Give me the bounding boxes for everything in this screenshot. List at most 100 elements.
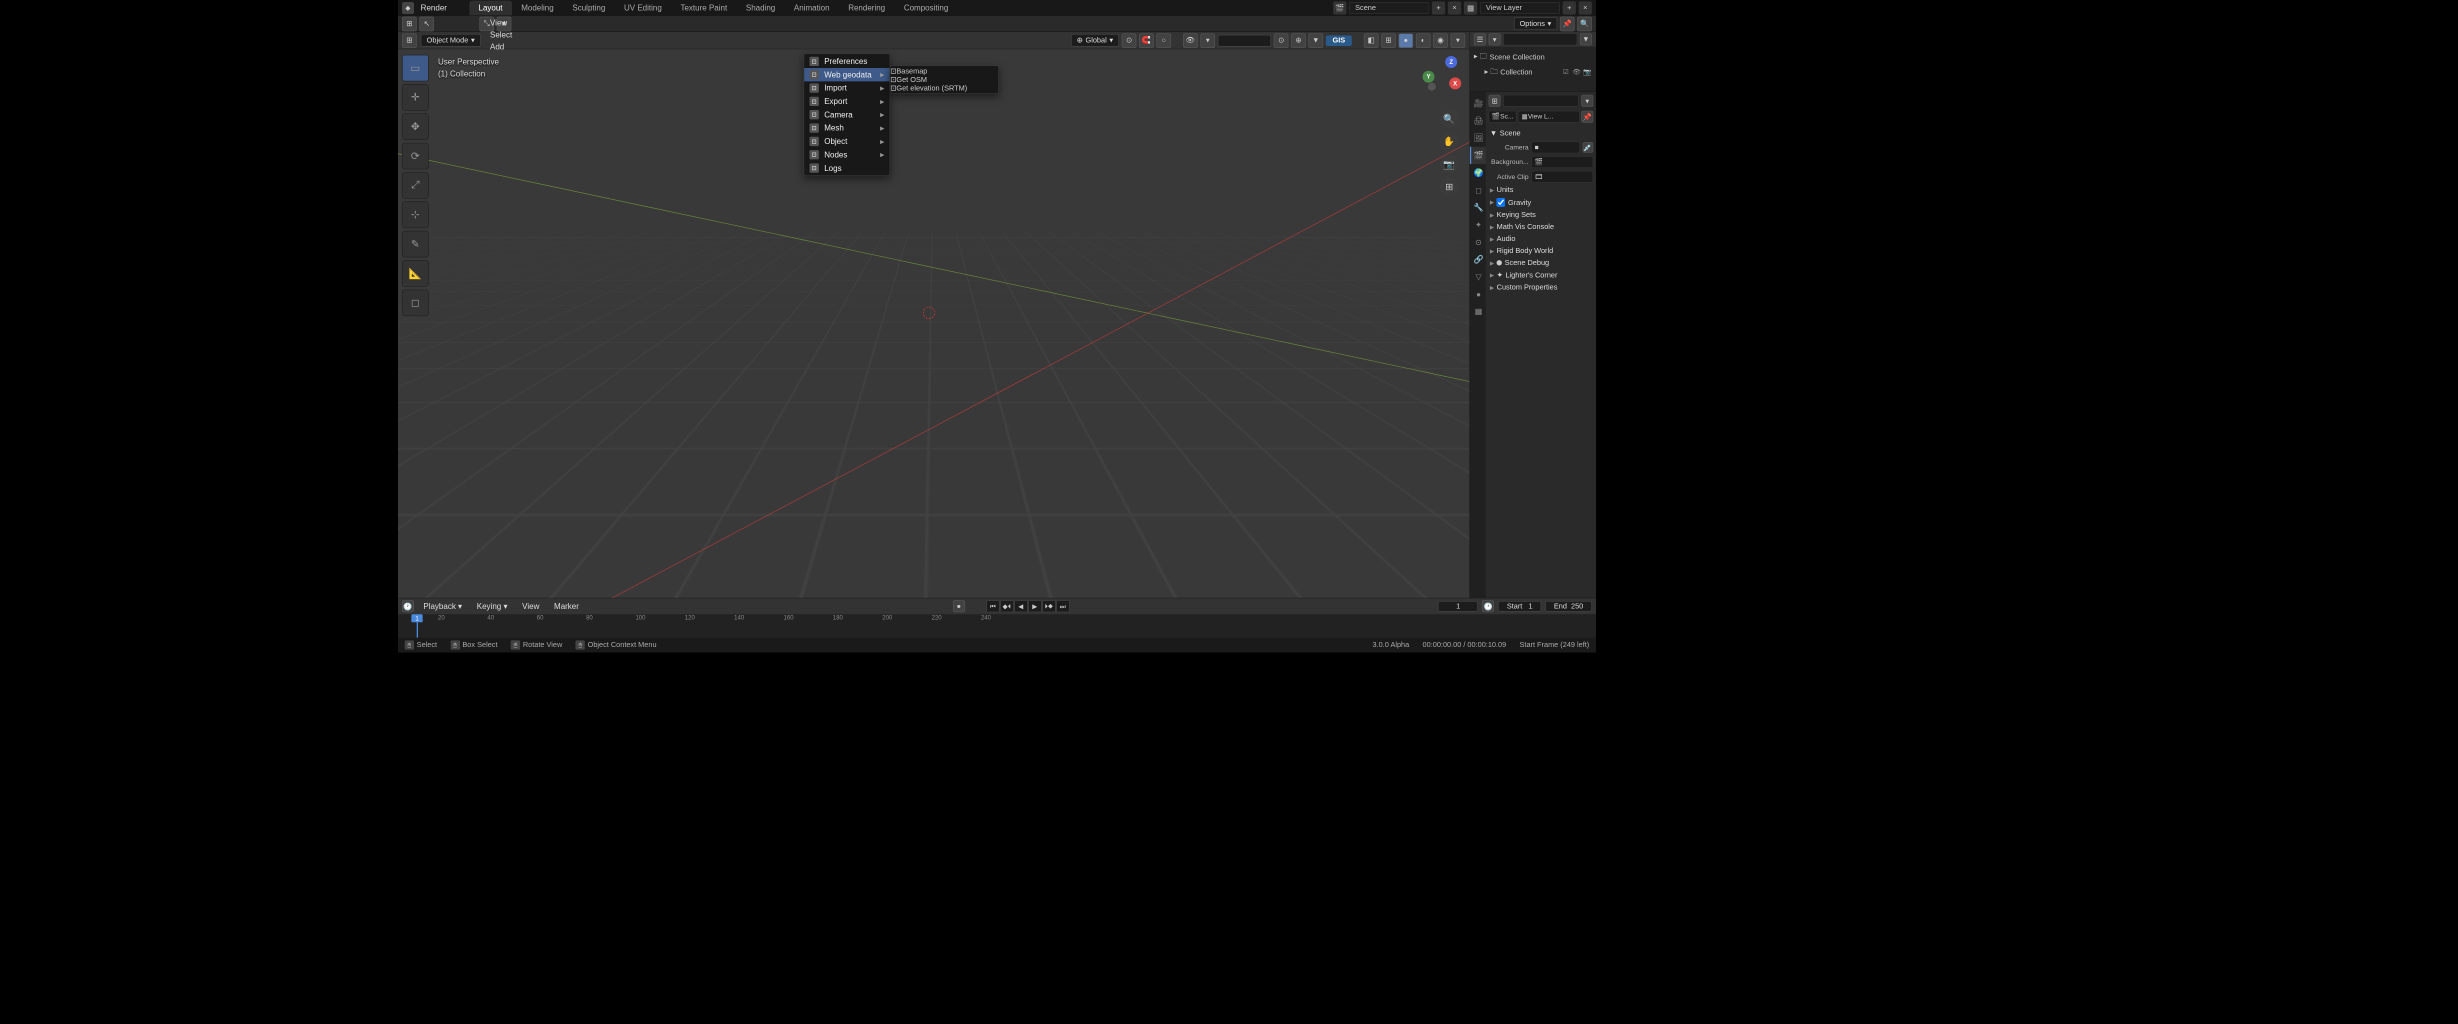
camera-view-icon[interactable]: 📷 xyxy=(1440,155,1459,174)
timeline-track[interactable]: 1 20406080100120140160180200220240 xyxy=(398,614,1596,637)
viewlayer-tab-icon[interactable]: 🖼 xyxy=(1470,129,1486,146)
playback-menu[interactable]: Playback ▾ xyxy=(418,600,467,612)
gis-item-mesh[interactable]: ⊡Mesh▶ xyxy=(804,121,889,134)
gizmo-y-axis[interactable]: Y xyxy=(1423,71,1435,83)
pivot-icon[interactable]: ⊙ xyxy=(1122,33,1137,48)
panel-custom-properties[interactable]: ▶Custom Properties xyxy=(1489,281,1594,293)
tab-rendering[interactable]: Rendering xyxy=(839,1,895,16)
gravity-checkbox[interactable] xyxy=(1497,198,1506,207)
exclude-checkbox-icon[interactable]: ☑ xyxy=(1561,68,1570,77)
xray-icon[interactable]: ◧ xyxy=(1364,33,1379,48)
funnel-icon[interactable]: ▼ xyxy=(1308,33,1323,48)
viewlayer-delete-icon[interactable]: × xyxy=(1579,1,1592,14)
visibility-dropdown-icon[interactable]: ▾ xyxy=(1200,33,1215,48)
editor-type-icon[interactable]: ⊞ xyxy=(402,16,417,31)
gis-subitem-basemap[interactable]: ⊡Basemap xyxy=(890,67,998,76)
cursor-tool[interactable]: ✛ xyxy=(402,84,429,111)
outliner-editor-icon[interactable]: ☰ xyxy=(1474,33,1486,45)
viewport-search-input[interactable] xyxy=(1218,34,1271,46)
object-mode-dropdown[interactable]: Object Mode ▾ xyxy=(421,34,481,47)
shading-solid-icon[interactable]: ● xyxy=(1399,33,1414,48)
tab-modeling[interactable]: Modeling xyxy=(512,1,563,16)
panel-scene-debug[interactable]: ▶Scene Debug xyxy=(1489,257,1594,269)
measure-tool[interactable]: 📐 xyxy=(402,260,429,287)
background-field[interactable]: 🎬 xyxy=(1531,156,1593,168)
render-tab-icon[interactable]: 🎥 xyxy=(1470,95,1486,112)
panel-lighter-s-corner[interactable]: ▶✦Lighter's Corner xyxy=(1489,269,1594,282)
outliner-collection-row[interactable]: ▸ 🗀 Collection ☑ 👁 📷 xyxy=(1473,65,1594,80)
tab-sculpting[interactable]: Sculpting xyxy=(563,1,615,16)
shading-rendered-icon[interactable]: ◉ xyxy=(1433,33,1448,48)
play-forward-icon[interactable]: ▶ xyxy=(1028,600,1041,612)
panel-rigid-body-world[interactable]: ▶Rigid Body World xyxy=(1489,245,1594,257)
outliner-scene-collection-row[interactable]: ▸ 🗀 Scene Collection xyxy=(1473,49,1594,64)
keyframe-next-icon[interactable]: ⏵◆ xyxy=(1042,600,1055,612)
panel-gravity[interactable]: ▶Gravity xyxy=(1489,196,1594,209)
gizmo-z-axis[interactable]: Z xyxy=(1445,56,1457,68)
keying-menu[interactable]: Keying ▾ xyxy=(471,600,512,612)
scene-new-icon[interactable]: + xyxy=(1432,1,1445,14)
tab-uv-editing[interactable]: UV Editing xyxy=(615,1,671,16)
play-reverse-icon[interactable]: ◀ xyxy=(1014,600,1027,612)
orientation-dropdown[interactable]: ⊕ Global ▾ xyxy=(1071,34,1119,47)
tab-layout[interactable]: Layout xyxy=(469,1,512,16)
jump-start-icon[interactable]: ⏮ xyxy=(986,600,999,612)
proportional-icon[interactable]: ○ xyxy=(1156,33,1171,48)
perspective-toggle-icon[interactable]: ⊞ xyxy=(1440,177,1459,196)
disable-render-icon[interactable]: 📷 xyxy=(1583,68,1592,77)
panel-units[interactable]: ▶Units xyxy=(1489,184,1594,196)
end-frame-field[interactable]: End 250 xyxy=(1545,601,1592,612)
tab-compositing[interactable]: Compositing xyxy=(894,1,957,16)
pin-icon[interactable]: 📌 xyxy=(1581,111,1593,123)
tab-shading[interactable]: Shading xyxy=(737,1,785,16)
modifier-tab-icon[interactable]: 🔧 xyxy=(1470,199,1486,216)
scene-browse-icon[interactable]: 🎬 xyxy=(1333,1,1346,14)
editor-type-viewport-icon[interactable]: ⊞ xyxy=(402,33,417,48)
jump-end-icon[interactable]: ⏭ xyxy=(1056,600,1069,612)
tab-animation[interactable]: Animation xyxy=(785,1,839,16)
gis-item-import[interactable]: ⊡Import▶ xyxy=(804,81,889,94)
pan-icon[interactable]: ✋ xyxy=(1440,132,1459,151)
shading-matprev-icon[interactable]: ◐ xyxy=(1416,33,1431,48)
annotate-tool[interactable]: ✎ xyxy=(402,231,429,258)
transform-tool[interactable]: ⊹ xyxy=(402,201,429,228)
filter-search-icon[interactable]: 🔍 xyxy=(1577,16,1592,31)
rotate-tool[interactable]: ⟳ xyxy=(402,143,429,170)
overlay-toggle-icon[interactable]: ⊕ xyxy=(1291,33,1306,48)
gis-item-preferences[interactable]: ⊡Preferences xyxy=(804,55,889,68)
object-tab-icon[interactable]: ◻ xyxy=(1470,181,1486,198)
eyedropper-icon[interactable]: 💉 xyxy=(1583,142,1594,153)
gis-subitem-get-osm[interactable]: ⊡Get OSM xyxy=(890,75,998,84)
scale-tool[interactable]: ⤢ xyxy=(402,172,429,199)
gis-item-camera[interactable]: ⊡Camera▶ xyxy=(804,108,889,121)
gizmo-toggle-icon[interactable]: ⊙ xyxy=(1274,33,1289,48)
timeline-editor-icon[interactable]: 🕐 xyxy=(402,600,414,612)
viewport-menu-select[interactable]: Select xyxy=(485,28,519,40)
data-tab-icon[interactable]: ▽ xyxy=(1470,268,1486,285)
outliner-filter-icon[interactable]: ▼ xyxy=(1580,33,1592,45)
move-tool[interactable]: ✥ xyxy=(402,113,429,140)
gizmo-x-axis[interactable]: X xyxy=(1449,77,1461,89)
shading-dropdown-icon[interactable]: ▾ xyxy=(1451,33,1466,48)
gis-subitem-get-elevation-srtm-[interactable]: ⊡Get elevation (SRTM) xyxy=(890,84,998,93)
gizmo-neg-axis[interactable] xyxy=(1428,83,1436,91)
add-cube-tool[interactable]: ◻ xyxy=(402,289,429,316)
gis-item-logs[interactable]: ⊡Logs xyxy=(804,161,889,174)
select-box-tool[interactable]: ▭ xyxy=(402,55,429,82)
camera-field[interactable]: ■ xyxy=(1531,141,1580,153)
viewport-menu-view[interactable]: View xyxy=(485,16,519,28)
outliner-search-input[interactable] xyxy=(1503,33,1577,45)
zoom-icon[interactable]: 🔍 xyxy=(1440,109,1459,128)
menu-render[interactable]: Render xyxy=(415,2,454,14)
keyframe-prev-icon[interactable]: ◆⏴ xyxy=(1000,600,1013,612)
gis-item-object[interactable]: ⊡Object▶ xyxy=(804,135,889,148)
options-dropdown[interactable]: Options ▾ xyxy=(1514,17,1558,30)
gis-menu-button[interactable]: GIS xyxy=(1326,35,1352,46)
hide-viewport-icon[interactable]: 👁 xyxy=(1572,68,1581,77)
viewlayer-new-icon[interactable]: + xyxy=(1563,1,1576,14)
panel-audio[interactable]: ▶Audio xyxy=(1489,233,1594,245)
texture-tab-icon[interactable]: ▦ xyxy=(1470,303,1486,320)
snap-icon[interactable]: 🧲 xyxy=(1139,33,1154,48)
activeclip-field[interactable]: 🎞 xyxy=(1531,171,1593,183)
cursor-tool-icon[interactable]: ↖ xyxy=(419,16,434,31)
